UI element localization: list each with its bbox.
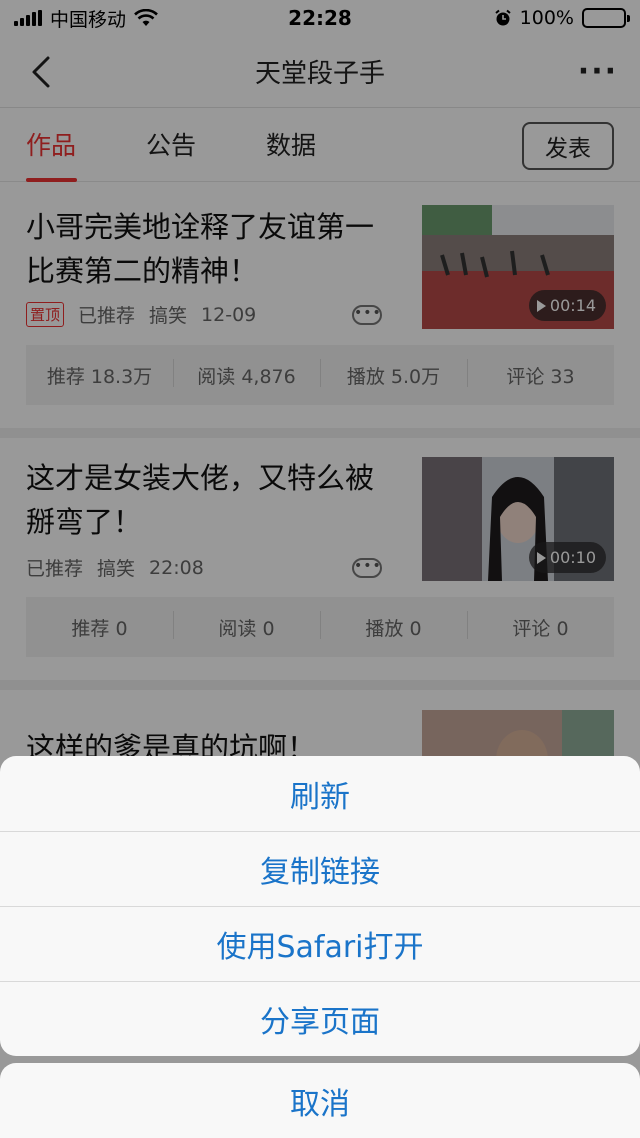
share-page-button[interactable]: 分享页面 <box>0 981 640 1056</box>
action-sheet: 刷新 复制链接 使用Safari打开 分享页面 <box>0 756 640 1056</box>
copy-link-button[interactable]: 复制链接 <box>0 831 640 906</box>
open-in-safari-button[interactable]: 使用Safari打开 <box>0 906 640 981</box>
refresh-button[interactable]: 刷新 <box>0 756 640 831</box>
cancel-button[interactable]: 取消 <box>0 1063 640 1138</box>
